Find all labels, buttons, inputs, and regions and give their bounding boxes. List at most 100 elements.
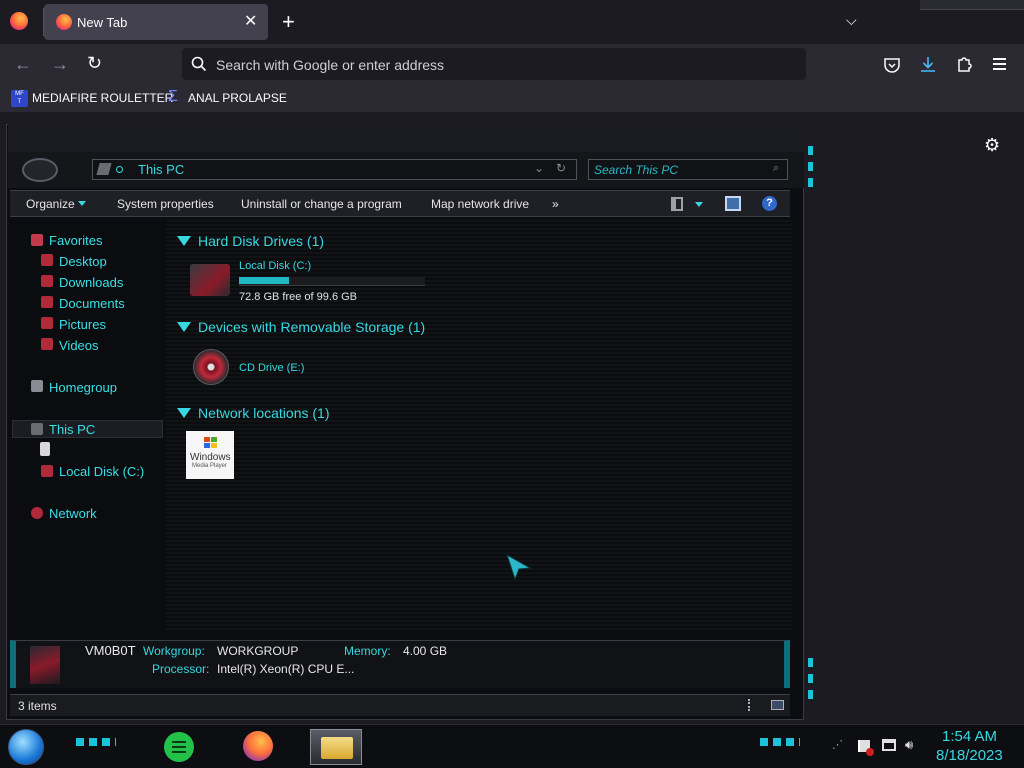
firefox-taskbar-icon[interactable] <box>243 731 273 761</box>
system-properties-button[interactable]: System properties <box>117 197 214 211</box>
downloads-icon[interactable] <box>919 55 937 73</box>
group-header-hard-disk[interactable]: Hard Disk Drives (1) <box>198 233 324 249</box>
downloads-folder-icon <box>41 275 53 287</box>
action-center-flag-icon[interactable] <box>858 740 874 756</box>
processor-label: Processor: <box>152 662 210 676</box>
memory-value: 4.00 GB <box>403 644 448 658</box>
nav-downloads[interactable]: Downloads <box>59 275 123 290</box>
collapse-group-icon[interactable] <box>177 236 191 246</box>
address-dropdown-icon[interactable]: ⌄ <box>534 161 544 175</box>
frame-decor <box>808 690 813 699</box>
bookmark-label: MEDIAFIRE ROULETTER <box>32 91 174 105</box>
url-input-placeholder[interactable]: Search with Google or enter address <box>216 57 444 73</box>
search-magnifier-icon: ⌕ <box>773 162 780 174</box>
tab-new-tab[interactable]: New Tab ✕ <box>44 4 268 40</box>
window-frame-decor <box>920 0 1024 10</box>
url-bar[interactable]: Search with Google or enter address <box>182 48 806 80</box>
view-dropdown-icon[interactable] <box>695 202 703 207</box>
extensions-icon[interactable] <box>955 55 973 73</box>
workgroup-label: Workgroup: <box>143 644 205 658</box>
group-header-network[interactable]: Network locations (1) <box>198 405 330 421</box>
network-icon <box>31 507 43 519</box>
collapse-group-icon[interactable] <box>177 408 191 418</box>
new-tab-button[interactable]: + <box>282 9 295 35</box>
clock-date[interactable]: 8/18/2023 <box>936 747 1003 764</box>
show-hidden-icons[interactable]: ⋰ <box>832 738 843 751</box>
explorer-orb-icon[interactable] <box>22 158 58 182</box>
explorer-taskbar-button[interactable] <box>310 729 362 765</box>
local-disk-item[interactable]: Local Disk (C:) 72.8 GB free of 99.6 GB <box>186 258 426 306</box>
menu-icon[interactable] <box>993 58 1006 70</box>
pc-icon <box>96 163 112 175</box>
cd-drive-item[interactable]: CD Drive (E:) <box>186 346 346 388</box>
search-box[interactable]: Search This PC ⌕ <box>588 159 788 180</box>
frame-decor <box>808 162 813 171</box>
address-dot-icon <box>116 166 123 173</box>
address-refresh-icon[interactable]: ↻ <box>556 161 566 175</box>
reload-icon[interactable]: ↻ <box>87 53 102 74</box>
folder-icon <box>321 737 353 759</box>
wmp-subtitle: Media Player <box>192 463 228 469</box>
taskbar-decor <box>76 738 116 746</box>
videos-icon <box>41 338 53 350</box>
collapse-group-icon[interactable] <box>177 322 191 332</box>
nav-videos[interactable]: Videos <box>59 338 99 353</box>
search-placeholder[interactable]: Search This PC <box>594 163 678 177</box>
status-bar <box>10 694 790 716</box>
uninstall-program-button[interactable]: Uninstall or change a program <box>241 197 402 211</box>
clock-time[interactable]: 1:54 AM <box>942 728 997 745</box>
back-arrow-icon[interactable]: ← <box>14 54 32 75</box>
view-options-icon[interactable] <box>671 197 683 211</box>
nav-desktop[interactable]: Desktop <box>59 254 107 269</box>
close-tab-icon[interactable]: ✕ <box>244 11 257 31</box>
tab-bar: New Tab ✕ + ⌵ <box>0 0 1024 44</box>
start-orb-icon[interactable] <box>8 729 44 765</box>
page-settings-gear-icon[interactable]: ⚙ <box>984 135 1000 156</box>
group-header-removable[interactable]: Devices with Removable Storage (1) <box>198 319 425 335</box>
address-bar[interactable]: This PC ⌄ ↻ <box>92 159 577 180</box>
hard-drive-icon <box>190 264 230 296</box>
nav-pictures[interactable]: Pictures <box>59 317 106 332</box>
pictures-icon <box>41 317 53 329</box>
nav-favorites[interactable]: Favorites <box>49 233 102 248</box>
cd-drive-icon <box>193 349 229 385</box>
network-tray-icon[interactable] <box>882 739 896 751</box>
help-icon[interactable]: ? <box>762 196 777 211</box>
tiles-view-icon[interactable] <box>771 700 784 710</box>
firefox-view-icon[interactable] <box>10 12 28 30</box>
forward-arrow-icon[interactable]: → <box>51 54 69 75</box>
nav-local-disk[interactable]: Local Disk (C:) <box>59 464 144 479</box>
list-all-tabs-icon[interactable]: ⌵ <box>846 12 857 29</box>
usb-drive-icon <box>40 442 50 456</box>
notes-app-icon[interactable] <box>164 732 194 762</box>
nav-network[interactable]: Network <box>49 506 97 521</box>
preview-pane-icon[interactable] <box>725 196 741 211</box>
details-view-icon[interactable] <box>748 699 752 711</box>
computer-icon <box>30 646 60 684</box>
memory-label: Memory: <box>344 644 391 658</box>
homegroup-icon <box>31 380 43 392</box>
pocket-icon[interactable] <box>883 56 901 74</box>
navigation-toolbar: ← → ↻ Search with Google or enter addres… <box>0 44 1024 86</box>
nav-homegroup[interactable]: Homegroup <box>49 380 117 395</box>
frame-decor <box>808 674 813 683</box>
nav-this-pc[interactable]: This PC <box>49 422 95 437</box>
drive-name: Local Disk (C:) <box>239 260 312 272</box>
organize-button[interactable]: Organize <box>26 197 75 211</box>
more-commands-chevron[interactable]: » <box>552 197 559 211</box>
drive-usage-fill <box>239 277 290 284</box>
network-location-item[interactable]: Windows Media Player <box>186 431 234 479</box>
mouse-cursor-icon <box>506 554 532 580</box>
nav-documents[interactable]: Documents <box>59 296 125 311</box>
mediafire-icon: MF T <box>11 90 28 107</box>
frame-decor <box>808 178 813 187</box>
taskbar-decor <box>760 738 800 746</box>
cd-drive-name: CD Drive (E:) <box>239 362 305 374</box>
drive-free-space: 72.8 GB free of 99.6 GB <box>239 291 358 303</box>
computer-name: VM0B0T <box>85 643 136 658</box>
volume-icon[interactable]: 🔊︎ <box>905 737 913 753</box>
map-network-drive-button[interactable]: Map network drive <box>431 197 529 211</box>
this-pc-icon <box>31 423 43 435</box>
desktop-icon <box>41 254 53 266</box>
organize-dropdown-icon <box>78 201 86 206</box>
